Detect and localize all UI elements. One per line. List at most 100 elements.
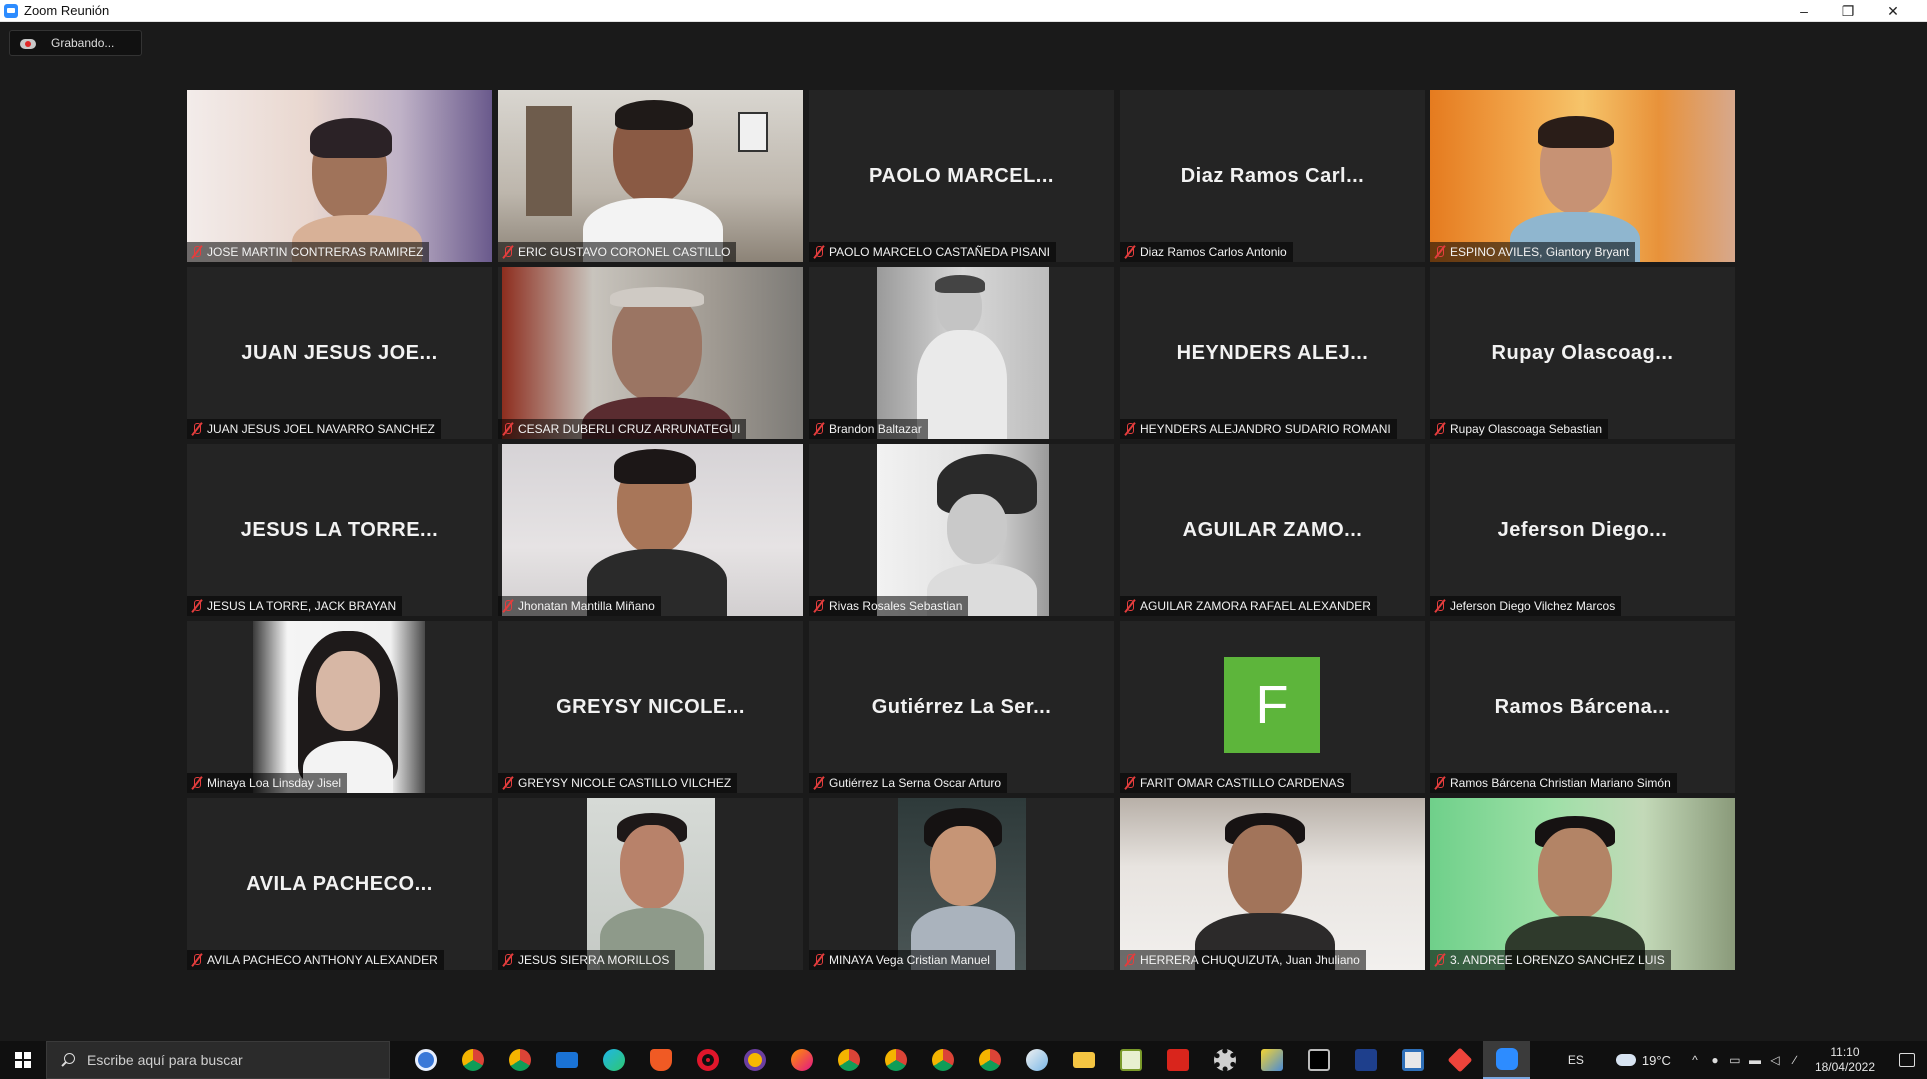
participant-tile[interactable]: Rupay Olascoag... Rupay Olascoaga Sebast…: [1430, 267, 1735, 439]
chrome-icon[interactable]: [496, 1041, 543, 1079]
weather-widget[interactable]: 19°C: [1615, 1053, 1671, 1068]
brave-icon[interactable]: [637, 1041, 684, 1079]
muted-mic-icon: [1123, 245, 1136, 259]
volume-icon[interactable]: ◁: [1765, 1041, 1785, 1079]
file-explorer-icon[interactable]: [1060, 1041, 1107, 1079]
participant-tile[interactable]: JOSE MARTIN CONTRERAS RAMIREZ: [187, 90, 492, 262]
participant-tile[interactable]: GREYSY NICOLE... GREYSY NICOLE CASTILLO …: [498, 621, 803, 793]
firefox-icon[interactable]: [778, 1041, 825, 1079]
participant-tile[interactable]: Brandon Baltazar: [809, 267, 1114, 439]
chrome-icon[interactable]: [966, 1041, 1013, 1079]
windows-logo-icon: [15, 1052, 31, 1068]
anydesk-icon[interactable]: [1436, 1041, 1483, 1079]
participant-name: HERRERA CHUQUIZUTA, Juan Jhuliano: [1140, 953, 1360, 967]
participant-tile[interactable]: HERRERA CHUQUIZUTA, Juan Jhuliano: [1120, 798, 1425, 970]
participant-avatar: F: [1224, 657, 1320, 753]
participant-name: JESUS SIERRA MORILLOS: [518, 953, 670, 967]
participant-tile[interactable]: JESUS LA TORRE... JESUS LA TORRE, JACK B…: [187, 444, 492, 616]
participant-tile[interactable]: Gutiérrez La Ser... Gutiérrez La Serna O…: [809, 621, 1114, 793]
battery-icon[interactable]: ▬: [1745, 1041, 1765, 1079]
participant-tile[interactable]: F FARIT OMAR CASTILLO CARDENAS: [1120, 621, 1425, 793]
participant-display-name: HEYNDERS ALEJ...: [1176, 341, 1369, 364]
search-placeholder: Escribe aquí para buscar: [87, 1052, 243, 1068]
window-app-icon[interactable]: [1389, 1041, 1436, 1079]
search-icon: [61, 1053, 75, 1067]
restore-button[interactable]: ❐: [1826, 0, 1870, 22]
muted-mic-icon: [1123, 422, 1136, 436]
participant-display-name: Rupay Olascoag...: [1491, 341, 1674, 364]
participant-tile[interactable]: Rivas Rosales Sebastian: [809, 444, 1114, 616]
close-button[interactable]: ✕: [1871, 0, 1915, 22]
participant-tile[interactable]: AGUILAR ZAMO... AGUILAR ZAMORA RAFAEL AL…: [1120, 444, 1425, 616]
chrome-icon[interactable]: [449, 1041, 496, 1079]
notifications-icon[interactable]: [1887, 1041, 1927, 1079]
chrome-icon[interactable]: [872, 1041, 919, 1079]
participant-tile[interactable]: CESAR DUBERLI CRUZ ARRUNATEGUI: [498, 267, 803, 439]
clock-date: 18/04/2022: [1814, 1060, 1875, 1074]
edge-icon[interactable]: [590, 1041, 637, 1079]
opera-icon[interactable]: [684, 1041, 731, 1079]
participant-name: CESAR DUBERLI CRUZ ARRUNATEGUI: [518, 422, 741, 436]
taskbar-search-box[interactable]: Escribe aquí para buscar: [46, 1041, 390, 1079]
browser-icon[interactable]: [731, 1041, 778, 1079]
participant-tile[interactable]: JUAN JESUS JOE... JUAN JESUS JOEL NAVARR…: [187, 267, 492, 439]
mail-icon[interactable]: [543, 1041, 590, 1079]
participant-video: [498, 90, 803, 262]
participant-video: [502, 267, 803, 439]
participant-display-name: AVILA PACHECO...: [246, 872, 433, 895]
minimize-button[interactable]: –: [1782, 0, 1826, 22]
participant-tile[interactable]: Jhonatan Mantilla Miñano: [498, 444, 803, 616]
participant-tile[interactable]: Jeferson Diego... Jeferson Diego Vilchez…: [1430, 444, 1735, 616]
participant-video: [253, 621, 425, 793]
participant-tile[interactable]: Minaya Loa Linsday Jisel: [187, 621, 492, 793]
clock[interactable]: 11:10 18/04/2022: [1815, 1045, 1875, 1075]
participant-display-name: GREYSY NICOLE...: [556, 695, 745, 718]
participant-display-name: AGUILAR ZAMO...: [1182, 518, 1363, 541]
muted-mic-icon: [501, 245, 514, 259]
start-button[interactable]: [0, 1041, 46, 1079]
terminal-icon[interactable]: [1295, 1041, 1342, 1079]
participant-tile[interactable]: MINAYA Vega Cristian Manuel: [809, 798, 1114, 970]
participant-video: [1430, 90, 1735, 262]
participant-tile[interactable]: ESPINO AVILES, Giantory Bryant: [1430, 90, 1735, 262]
participant-display-name: Jeferson Diego...: [1497, 518, 1668, 541]
cortana-icon[interactable]: [402, 1041, 449, 1079]
cloud-record-icon: [20, 37, 36, 49]
participant-tile[interactable]: Ramos Bárcena... Ramos Bárcena Christian…: [1430, 621, 1735, 793]
participant-tile[interactable]: PAOLO MARCEL... PAOLO MARCELO CASTAÑEDA …: [809, 90, 1114, 262]
language-indicator[interactable]: ES: [1568, 1053, 1584, 1067]
dev-app-icon[interactable]: [1342, 1041, 1389, 1079]
participant-tile[interactable]: HEYNDERS ALEJ... HEYNDERS ALEJANDRO SUDA…: [1120, 267, 1425, 439]
settings-gear-icon[interactable]: [1201, 1041, 1248, 1079]
muted-mic-icon: [1123, 776, 1136, 790]
participant-video: [877, 267, 1049, 439]
acrobat-icon[interactable]: [1154, 1041, 1201, 1079]
participant-tile-active-speaker[interactable]: ERIC GUSTAVO CORONEL CASTILLO: [498, 90, 803, 262]
gallery-view: JOSE MARTIN CONTRERAS RAMIREZ ERIC GUSTA…: [187, 90, 1735, 975]
system-tray: ES 19°C ^ ● ▭ ▬ ◁ ∕ 11:10 18/04/2022: [1568, 1041, 1927, 1079]
chrome-icon[interactable]: [825, 1041, 872, 1079]
zoom-taskbar-icon[interactable]: [1483, 1041, 1530, 1079]
paint-icon[interactable]: [1013, 1041, 1060, 1079]
window-titlebar: Zoom Reunión – ❐ ✕: [0, 0, 1927, 22]
spreadsheet-icon[interactable]: [1107, 1041, 1154, 1079]
participant-video: [877, 444, 1049, 616]
muted-mic-icon: [1433, 776, 1446, 790]
participant-tile[interactable]: JESUS SIERRA MORILLOS: [498, 798, 803, 970]
participant-display-name: PAOLO MARCEL...: [869, 164, 1054, 187]
participant-tile[interactable]: Diaz Ramos Carl... Diaz Ramos Carlos Ant…: [1120, 90, 1425, 262]
microphone-icon[interactable]: ●: [1705, 1041, 1725, 1079]
participant-tile[interactable]: AVILA PACHECO... AVILA PACHECO ANTHONY A…: [187, 798, 492, 970]
muted-mic-icon: [1433, 422, 1446, 436]
participant-tile[interactable]: 3. ANDREE LORENZO SANCHEZ LUIS: [1430, 798, 1735, 970]
muted-mic-icon: [812, 953, 825, 967]
recording-indicator[interactable]: Grabando...: [9, 30, 142, 56]
chrome-icon[interactable]: [919, 1041, 966, 1079]
chevron-up-icon[interactable]: ^: [1685, 1041, 1705, 1079]
participant-name: Rivas Rosales Sebastian: [829, 599, 963, 613]
taskbar-pinned-apps: [402, 1041, 1530, 1079]
sticky-app-icon[interactable]: [1248, 1041, 1295, 1079]
pen-icon[interactable]: ∕: [1785, 1041, 1805, 1079]
display-icon[interactable]: ▭: [1725, 1041, 1745, 1079]
participant-name: 3. ANDREE LORENZO SANCHEZ LUIS: [1450, 953, 1665, 967]
